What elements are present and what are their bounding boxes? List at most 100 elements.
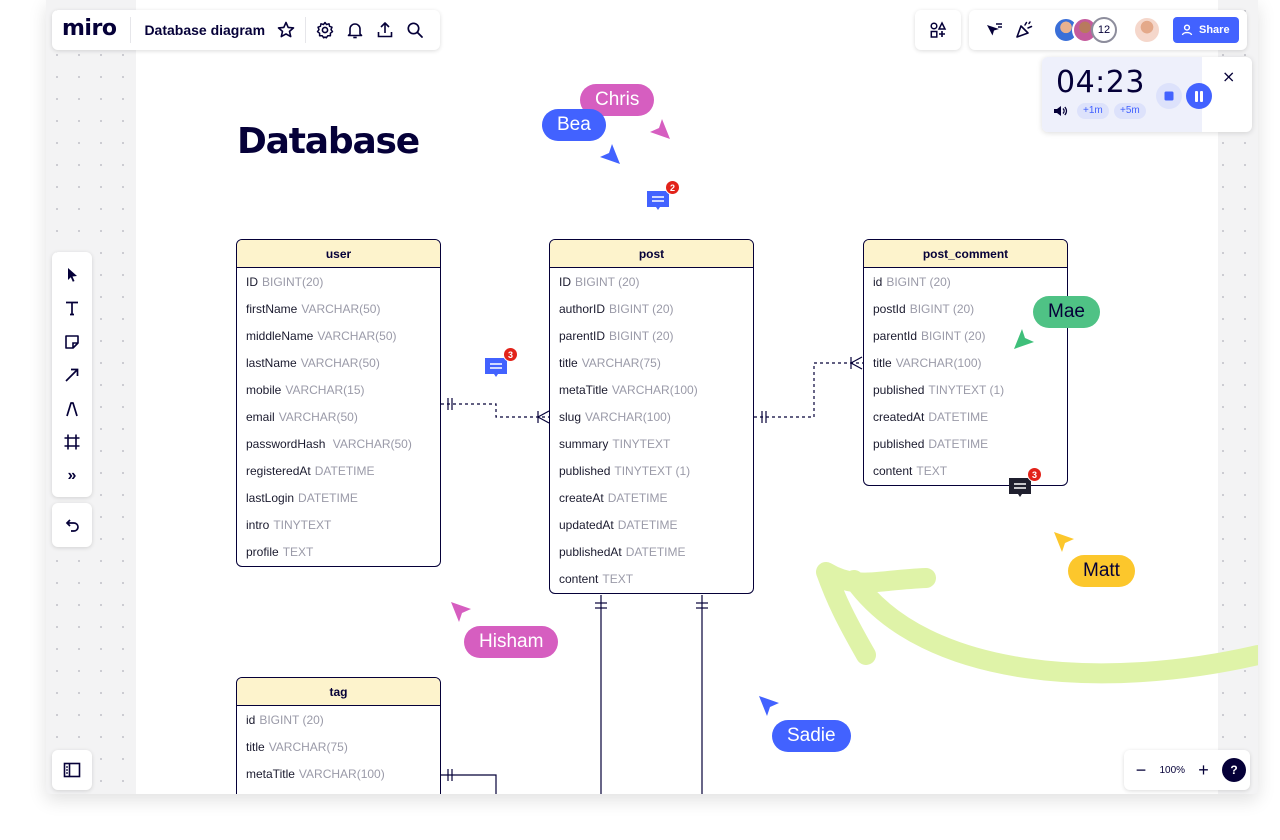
column-type: VARCHAR(75): [581, 356, 661, 370]
column-name: mobile: [246, 383, 282, 397]
column-type: BIGINT (20): [886, 275, 951, 289]
column-name: parentId: [873, 329, 918, 343]
board-title[interactable]: Database diagram: [131, 22, 271, 38]
table-row[interactable]: authorID BIGINT (20): [550, 296, 753, 323]
table-tag[interactable]: tag id BIGINT (20) title VARCHAR(75) metaTit…: [236, 677, 441, 794]
column-name: intro: [246, 518, 270, 532]
table-row[interactable]: passwordHash VARCHAR(50): [237, 431, 440, 458]
column-type: DATETIME: [928, 437, 989, 451]
pen-icon[interactable]: [57, 392, 87, 426]
text-icon[interactable]: [57, 292, 87, 326]
share-button[interactable]: Share: [1173, 17, 1239, 43]
table-row[interactable]: metaTitle VARCHAR(100): [550, 377, 753, 404]
cursor-pointer-icon: [1054, 532, 1074, 552]
comment-icon[interactable]: 3: [483, 347, 518, 380]
table-row[interactable]: slug VARCHAR(100): [550, 404, 753, 431]
connector-user-post: [441, 403, 550, 418]
table-row[interactable]: metaTitle VARCHAR(100): [237, 761, 440, 788]
search-icon[interactable]: [400, 15, 430, 45]
column-type: VARCHAR(50): [300, 356, 380, 370]
miro-logo[interactable]: miro: [62, 17, 132, 43]
collaborator-count[interactable]: 12: [1091, 17, 1117, 43]
stop-button[interactable]: [1156, 83, 1182, 109]
add-five-minutes-button[interactable]: +5m: [1114, 103, 1146, 119]
zoom-level[interactable]: 100%: [1159, 765, 1185, 776]
more-icon[interactable]: »: [57, 459, 87, 493]
column-type: DATETIME: [928, 410, 989, 424]
select-icon[interactable]: [57, 258, 87, 292]
table-row[interactable]: content TEXT: [550, 566, 753, 593]
undo-icon[interactable]: [57, 510, 87, 540]
column-type: VARCHAR(15): [285, 383, 365, 397]
table-row[interactable]: title VARCHAR(75): [237, 734, 440, 761]
column-name: title: [246, 740, 265, 754]
bell-icon[interactable]: [340, 15, 370, 45]
frame-icon[interactable]: [57, 426, 87, 460]
timer-widget: 04:23 +1m +5m ×: [1042, 57, 1252, 132]
table-body: id BIGINT (20) title VARCHAR(75) metaTitle VA…: [237, 706, 440, 788]
table-row[interactable]: updatedAt DATETIME: [550, 512, 753, 539]
column-type: DATETIME: [298, 491, 358, 505]
table-row[interactable]: registeredAt DATETIME: [237, 458, 440, 485]
column-name: passwordHash: [246, 437, 326, 451]
pause-button[interactable]: [1186, 83, 1212, 109]
table-row[interactable]: id BIGINT (20): [864, 269, 1067, 296]
table-row[interactable]: id BIGINT (20): [237, 707, 440, 734]
table-row[interactable]: mobile VARCHAR(15): [237, 377, 440, 404]
comment-count-badge: 3: [503, 347, 518, 362]
sketch-arrow: [816, 562, 1258, 684]
table-row[interactable]: parentId BIGINT (20): [864, 323, 1067, 350]
table-row[interactable]: createdAt DATETIME: [864, 404, 1067, 431]
current-user-avatar[interactable]: [1133, 16, 1161, 44]
table-row[interactable]: publishedAt DATETIME: [550, 539, 753, 566]
table-row[interactable]: title VARCHAR(75): [550, 350, 753, 377]
help-button[interactable]: ?: [1221, 758, 1246, 782]
table-post-comment[interactable]: post_comment id BIGINT (20) postId BIGINT (…: [863, 239, 1068, 486]
collaborators[interactable]: 12: [1053, 17, 1117, 43]
column-type: BIGINT (20): [609, 329, 674, 343]
sticky-note-icon[interactable]: [57, 325, 87, 359]
undo-panel: [52, 503, 92, 547]
table-row[interactable]: published TINYTEXT (1): [864, 377, 1067, 404]
zoom-in-button[interactable]: +: [1191, 755, 1217, 785]
star-icon[interactable]: [271, 15, 301, 45]
comment-icon[interactable]: 2: [645, 180, 680, 213]
table-row[interactable]: email VARCHAR(50): [237, 404, 440, 431]
connector-post-comment: [754, 362, 863, 418]
table-row[interactable]: intro TINYTEXT: [237, 512, 440, 539]
table-row[interactable]: lastLogin DATETIME: [237, 485, 440, 512]
table-row[interactable]: published DATETIME: [864, 431, 1067, 458]
table-row[interactable]: lastName VARCHAR(50): [237, 350, 440, 377]
apps-shapes-icon[interactable]: [923, 15, 953, 45]
table-row[interactable]: profile TEXT: [237, 539, 440, 566]
table-row[interactable]: title VARCHAR(100): [864, 350, 1067, 377]
column-type: VARCHAR(100): [895, 356, 982, 370]
comment-count-badge: 3: [1027, 467, 1042, 482]
table-row[interactable]: published TINYTEXT (1): [550, 458, 753, 485]
table-user[interactable]: user ID BIGINT(20) firstName VARCHAR(50) mid…: [236, 239, 441, 567]
cursor-label-mae: Mae: [1033, 296, 1100, 328]
column-type: DATETIME: [314, 464, 375, 478]
table-row[interactable]: ID BIGINT (20): [550, 269, 753, 296]
cursor-follow-icon[interactable]: [979, 15, 1009, 45]
table-row[interactable]: summary TINYTEXT: [550, 431, 753, 458]
volume-icon[interactable]: [1052, 103, 1068, 119]
table-row[interactable]: firstName VARCHAR(50): [237, 296, 440, 323]
tools-toolbar: »: [52, 252, 92, 497]
gear-icon[interactable]: [310, 15, 340, 45]
arrow-icon[interactable]: [57, 359, 87, 393]
table-row[interactable]: createAt DATETIME: [550, 485, 753, 512]
upload-icon[interactable]: [370, 15, 400, 45]
sidebar-panel-icon[interactable]: [57, 755, 87, 785]
comment-icon[interactable]: 3: [1007, 467, 1042, 500]
table-row[interactable]: parentID BIGINT (20): [550, 323, 753, 350]
table-header: tag: [237, 678, 440, 706]
table-post[interactable]: post ID BIGINT (20) authorID BIGINT (20) par…: [549, 239, 754, 594]
close-icon[interactable]: ×: [1222, 67, 1235, 86]
column-type: VARCHAR(50): [317, 329, 397, 343]
add-one-minute-button[interactable]: +1m: [1077, 103, 1109, 119]
table-row[interactable]: ID BIGINT(20): [237, 269, 440, 296]
zoom-out-button[interactable]: −: [1128, 755, 1154, 785]
celebrate-icon[interactable]: [1009, 15, 1039, 45]
table-row[interactable]: middleName VARCHAR(50): [237, 323, 440, 350]
